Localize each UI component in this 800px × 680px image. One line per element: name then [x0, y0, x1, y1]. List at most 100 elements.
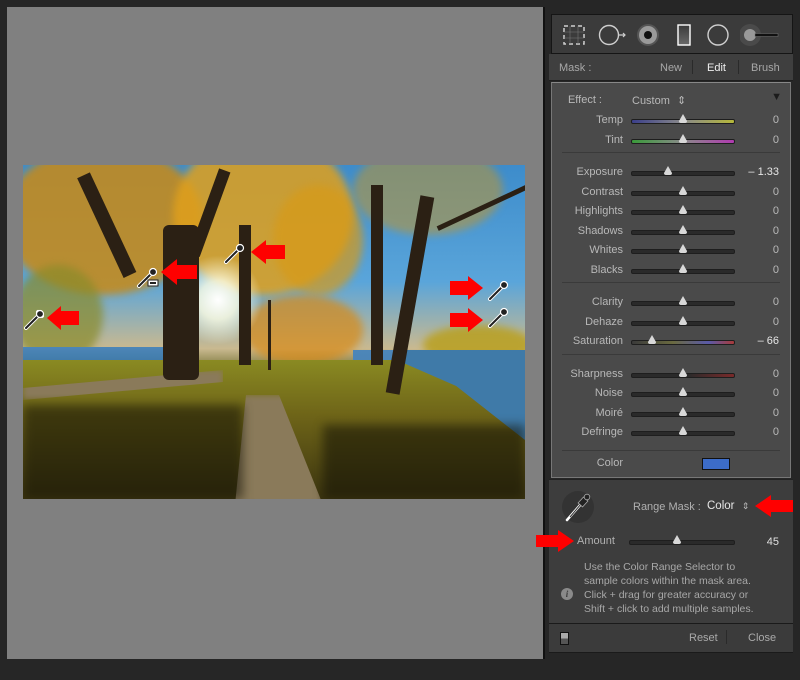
- color-range-selector-icon[interactable]: [561, 490, 595, 524]
- slider-track[interactable]: [631, 406, 735, 417]
- graduated-filter-icon[interactable]: [672, 23, 696, 47]
- slider-value: 0: [772, 406, 779, 419]
- slider-track[interactable]: [631, 315, 735, 326]
- color-label: Color: [596, 457, 623, 469]
- annotation-arrow-right: [536, 530, 574, 552]
- divider: [562, 152, 780, 153]
- slider-track[interactable]: [631, 367, 735, 378]
- mask-edit-button[interactable]: Edit: [707, 62, 726, 74]
- slider-track[interactable]: [631, 244, 735, 254]
- slider-thumb[interactable]: [663, 166, 672, 175]
- range-mask-section: Range Mask : Color ⇕ Amount 45 i Use the…: [549, 479, 793, 630]
- mask-brush-button[interactable]: Brush: [751, 62, 780, 74]
- slider-thumb[interactable]: [679, 387, 687, 396]
- color-swatch[interactable]: [702, 458, 730, 470]
- slider-track[interactable]: [631, 166, 735, 176]
- effect-section: Effect : Custom ⇕ ▼ Temp 0 Tint 0 Exposure – …: [551, 82, 791, 478]
- slider-track[interactable]: [631, 426, 735, 436]
- effect-preset-value: Custom: [632, 95, 670, 107]
- info-icon: i: [561, 588, 573, 600]
- slider-thumb[interactable]: [648, 335, 657, 344]
- divider: [562, 282, 780, 283]
- mask-new-button[interactable]: New: [660, 62, 682, 74]
- panel-footer: Reset Close: [549, 623, 793, 653]
- slider-track[interactable]: [631, 263, 735, 274]
- adjustment-brush-icon[interactable]: [740, 23, 782, 47]
- slider-thumb[interactable]: [679, 315, 687, 325]
- slider-value: 0: [772, 296, 779, 308]
- slider-track[interactable]: [631, 114, 735, 124]
- reset-button[interactable]: Reset: [689, 632, 718, 644]
- slider-label: Moiré: [595, 406, 623, 419]
- crop-overlay-icon[interactable]: [562, 23, 586, 47]
- info-line: Shift + click to add multiple samples.: [584, 603, 754, 615]
- collapse-triangle-icon[interactable]: ▼: [771, 91, 782, 103]
- slider-value: – 1.33: [748, 166, 779, 178]
- slider-label: Exposure: [576, 166, 623, 178]
- slider-value: 0: [772, 387, 779, 399]
- slider-label: Sharpness: [570, 367, 623, 380]
- annotation-arrow-left: [755, 495, 793, 517]
- slider-thumb[interactable]: [679, 185, 687, 195]
- slider-value: 0: [772, 224, 779, 237]
- separator: [738, 60, 739, 74]
- slider-track[interactable]: [631, 205, 735, 215]
- slider-label: Highlights: [574, 205, 623, 217]
- slider-track[interactable]: [631, 185, 735, 196]
- slider-track[interactable]: [631, 387, 735, 397]
- annotation-arrow-right: [450, 308, 483, 332]
- slider-thumb[interactable]: [679, 296, 687, 305]
- radial-filter-icon[interactable]: [706, 23, 730, 47]
- amount-label: Amount: [577, 535, 615, 547]
- slider-track[interactable]: [631, 224, 735, 235]
- slider-track[interactable]: [631, 335, 735, 345]
- spot-removal-icon[interactable]: [598, 23, 628, 47]
- mask-row: Mask : New Edit Brush: [549, 54, 793, 81]
- effect-preset-dropdown[interactable]: Custom ⇕: [632, 94, 686, 107]
- eyedropper-sample-icon[interactable]: [487, 278, 511, 302]
- range-mask-dropdown[interactable]: Color ⇕: [707, 500, 749, 512]
- eyedropper-sample-icon[interactable]: [223, 241, 247, 265]
- slider-value: – 66: [757, 335, 779, 347]
- slider-value: 0: [772, 244, 779, 256]
- slider-value: 0: [772, 133, 779, 146]
- range-mask-info-text: Use the Color Range Selector to sample c…: [584, 560, 789, 616]
- photo-preview[interactable]: [23, 165, 525, 499]
- eyedropper-sample-icon[interactable]: [23, 307, 47, 331]
- slider-thumb[interactable]: [679, 263, 687, 273]
- eyedropper-sample-icon[interactable]: [487, 305, 511, 329]
- eyedropper-add-sample-icon[interactable]: [136, 265, 160, 289]
- local-adjustment-panel: Mask : New Edit Brush Effect : Custom ⇕ …: [549, 7, 793, 659]
- slider-label: Tint: [605, 133, 623, 146]
- range-mask-value: Color: [707, 500, 735, 512]
- slider-thumb[interactable]: [679, 205, 687, 214]
- slider-thumb[interactable]: [679, 244, 687, 253]
- divider: [562, 450, 780, 451]
- close-button[interactable]: Close: [748, 632, 776, 644]
- slider-track[interactable]: [631, 296, 735, 306]
- panel-toggle-switch[interactable]: [560, 632, 569, 645]
- amount-slider[interactable]: [629, 535, 735, 545]
- slider-label: Contrast: [581, 185, 623, 198]
- slider-label: Whites: [589, 244, 623, 256]
- slider-label: Clarity: [591, 296, 623, 308]
- slider-thumb[interactable]: [679, 426, 687, 435]
- slider-value: 0: [772, 205, 779, 217]
- range-mask-label: Range Mask :: [633, 501, 701, 513]
- annotation-arrow-left: [251, 240, 285, 264]
- slider-value: 0: [772, 367, 779, 380]
- slider-label: Shadows: [577, 224, 623, 237]
- effect-label: Effect :: [567, 94, 602, 106]
- info-line: sample colors within the mask area.: [584, 575, 751, 587]
- slider-thumb[interactable]: [679, 224, 687, 234]
- slider-track[interactable]: [631, 133, 735, 144]
- slider-thumb[interactable]: [679, 133, 687, 143]
- slider-label: Dehaze: [585, 315, 623, 328]
- slider-thumb[interactable]: [672, 535, 681, 544]
- photo-canvas[interactable]: [7, 7, 545, 659]
- slider-thumb[interactable]: [679, 114, 687, 123]
- red-eye-icon[interactable]: [636, 23, 660, 47]
- slider-thumb[interactable]: [679, 406, 687, 416]
- slider-value: 0: [772, 185, 779, 198]
- slider-thumb[interactable]: [679, 367, 687, 377]
